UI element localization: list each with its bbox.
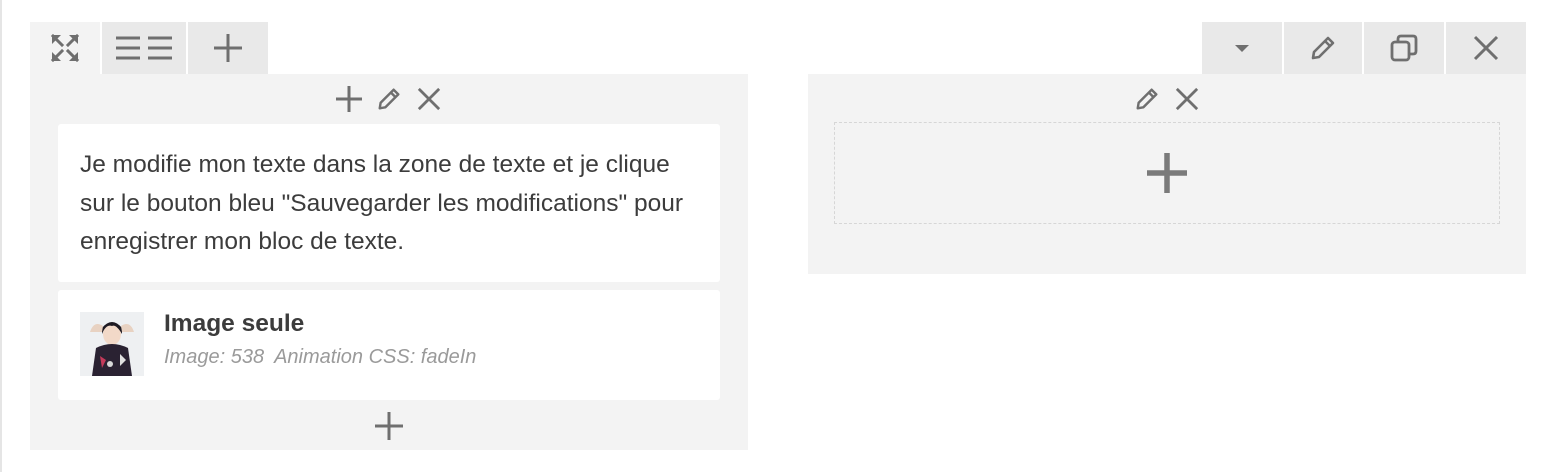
column-right — [808, 74, 1526, 274]
columns-icon — [116, 36, 172, 60]
plus-icon — [1147, 153, 1187, 193]
column-left-toolbar — [30, 84, 748, 114]
image-thumbnail — [80, 312, 144, 376]
image-block[interactable]: Image seule Image: 538 Animation CSS: fa… — [58, 290, 720, 400]
edit-column-button[interactable] — [1132, 84, 1162, 114]
text-block[interactable]: Je modifie mon texte dans la zone de tex… — [58, 124, 720, 282]
expand-icon — [50, 33, 80, 63]
image-block-meta: Image: 538 Animation CSS: fadeIn — [164, 346, 476, 369]
row-menu-button[interactable] — [1202, 22, 1282, 74]
duplicate-icon — [1390, 34, 1418, 62]
delete-column-button[interactable] — [414, 84, 444, 114]
row-edit-button[interactable] — [1284, 22, 1362, 74]
row-duplicate-button[interactable] — [1364, 22, 1444, 74]
pencil-icon — [1136, 88, 1158, 110]
pencil-icon — [1311, 36, 1335, 60]
close-icon — [1175, 87, 1199, 111]
animation-meta: Animation CSS: fadeIn — [274, 346, 477, 368]
edit-column-button[interactable] — [374, 84, 404, 114]
image-block-title: Image seule — [164, 310, 305, 337]
close-icon — [417, 87, 441, 111]
empty-column-add-block[interactable] — [834, 122, 1500, 224]
caret-down-icon — [1235, 45, 1249, 52]
plus-icon — [214, 34, 242, 62]
add-block-bottom — [30, 408, 748, 444]
column-left: Je modifie mon texte dans la zone de tex… — [30, 74, 748, 450]
add-block-button[interactable] — [334, 84, 364, 114]
image-id-meta: Image: 538 — [164, 346, 265, 368]
row-delete-button[interactable] — [1446, 22, 1526, 74]
columns-layout-button[interactable] — [102, 22, 186, 74]
delete-column-button[interactable] — [1172, 84, 1202, 114]
close-icon — [1473, 35, 1499, 61]
text-block-content: Je modifie mon texte dans la zone de tex… — [80, 151, 684, 255]
plus-icon — [336, 86, 362, 112]
plus-icon — [375, 412, 403, 440]
pencil-icon — [378, 88, 400, 110]
add-column-button[interactable] — [188, 22, 268, 74]
expand-button[interactable] — [30, 22, 100, 74]
column-right-toolbar — [808, 84, 1526, 114]
add-block-bottom-button[interactable] — [374, 411, 404, 441]
